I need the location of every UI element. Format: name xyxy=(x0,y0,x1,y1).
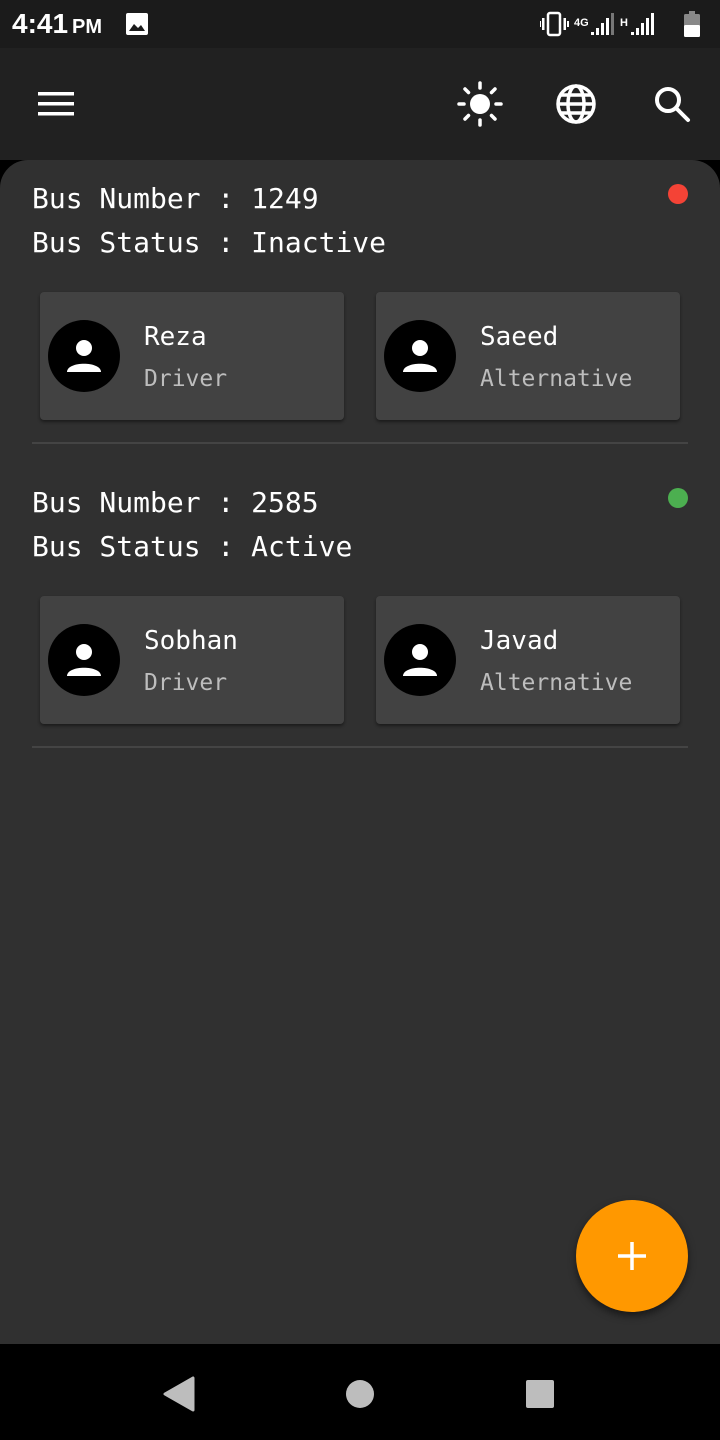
add-bus-button[interactable] xyxy=(576,1200,688,1312)
bus-number: 2585 xyxy=(251,486,319,519)
bus-status-line: Bus Status : Inactive xyxy=(32,226,386,259)
status-indicator-dot xyxy=(668,488,688,508)
person-icon xyxy=(403,644,437,676)
bus-status-label: Bus Status : xyxy=(32,226,252,259)
driver-name: Reza xyxy=(144,322,207,352)
status-icons: 4G H xyxy=(540,10,710,38)
driver-card[interactable]: Reza Driver xyxy=(40,292,344,420)
bus-number-label: Bus Number : xyxy=(32,182,252,215)
person-icon xyxy=(67,644,101,676)
back-icon[interactable] xyxy=(158,1374,198,1414)
status-time-value: 4:41 xyxy=(12,8,69,39)
bus-list: Bus Number : 1249 Bus Status : Inactive … xyxy=(0,160,720,1344)
bus-status: Active xyxy=(251,530,353,563)
status-bar: 4:41 PM 4G H xyxy=(0,0,720,48)
image-notification-icon xyxy=(125,12,149,41)
person-icon xyxy=(403,340,437,372)
vibrate-icon xyxy=(540,11,569,37)
alternative-card[interactable]: Javad Alternative xyxy=(376,596,680,724)
avatar xyxy=(384,624,456,696)
alternative-role: Alternative xyxy=(480,366,633,392)
bus-status-line: Bus Status : Active xyxy=(32,530,352,563)
bus-number-line: Bus Number : 2585 xyxy=(32,486,319,519)
menu-icon[interactable] xyxy=(32,80,80,128)
alternative-card[interactable]: Saeed Alternative xyxy=(376,292,680,420)
system-nav-bar xyxy=(0,1344,720,1440)
bus-status: Inactive xyxy=(251,226,387,259)
status-indicator-dot xyxy=(668,184,688,204)
driver-role: Driver xyxy=(144,366,228,392)
avatar xyxy=(48,320,120,392)
recents-icon[interactable] xyxy=(520,1374,560,1414)
alternative-name: Javad xyxy=(480,626,559,656)
network-type-1: 4G xyxy=(574,17,589,29)
brightness-icon[interactable] xyxy=(456,80,504,128)
avatar xyxy=(48,624,120,696)
network-type-2: H xyxy=(620,17,628,29)
driver-role: Driver xyxy=(144,670,228,696)
globe-icon[interactable] xyxy=(552,80,600,128)
bus-item[interactable]: Bus Number : 2585 Bus Status : Active So… xyxy=(32,476,688,748)
home-icon[interactable] xyxy=(340,1374,380,1414)
alternative-name: Saeed xyxy=(480,322,559,352)
bus-number-label: Bus Number : xyxy=(32,486,252,519)
battery-icon xyxy=(684,11,700,37)
person-icon xyxy=(67,340,101,372)
add-icon xyxy=(618,1242,646,1270)
bus-item[interactable]: Bus Number : 1249 Bus Status : Inactive … xyxy=(32,172,688,444)
bus-status-label: Bus Status : xyxy=(32,530,252,563)
search-icon[interactable] xyxy=(648,80,696,128)
signal-icon-2: H xyxy=(620,13,654,35)
driver-card[interactable]: Sobhan Driver xyxy=(40,596,344,724)
signal-icon-1: 4G xyxy=(574,13,614,35)
status-ampm: PM xyxy=(72,16,103,38)
app-bar xyxy=(0,48,720,160)
alternative-role: Alternative xyxy=(480,670,633,696)
bus-number: 1249 xyxy=(251,182,319,215)
driver-name: Sobhan xyxy=(144,626,238,656)
bus-number-line: Bus Number : 1249 xyxy=(32,182,319,215)
status-time: 4:41 PM xyxy=(12,8,102,40)
avatar xyxy=(384,320,456,392)
